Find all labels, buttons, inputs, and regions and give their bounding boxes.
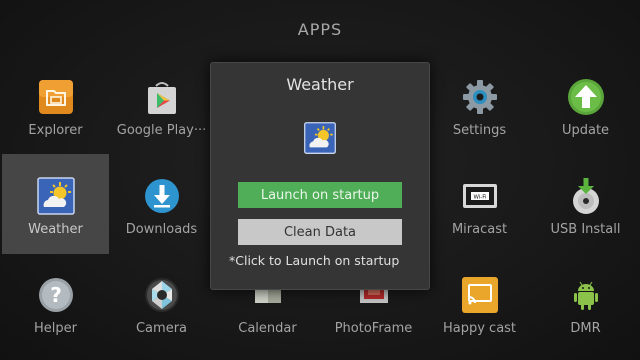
app-label: Camera: [135, 321, 188, 336]
app-tile-dmr[interactable]: DMR: [532, 253, 639, 353]
app-tile-google-play[interactable]: Google Play···: [108, 55, 215, 155]
app-tile-update[interactable]: Update: [532, 55, 639, 155]
weather-icon: [36, 176, 76, 216]
apps-screen: APPS Explorer Google Play··· Settings Up…: [0, 0, 640, 360]
android-icon: [566, 275, 606, 315]
app-label: Weather: [28, 222, 83, 237]
app-label: Update: [561, 123, 610, 138]
app-label: Explorer: [28, 123, 83, 138]
clean-data-button[interactable]: Clean Data: [238, 219, 402, 245]
svg-text:Wi-Fi: Wi-Fi: [473, 195, 487, 201]
launch-on-startup-button[interactable]: Launch on startup: [238, 182, 402, 208]
camera-icon: [142, 275, 182, 315]
app-label: Settings: [452, 123, 507, 138]
folder-icon: [36, 77, 76, 117]
app-tile-camera[interactable]: Camera: [108, 253, 215, 353]
miracast-icon: Wi-Fi: [460, 176, 500, 216]
svg-text:?: ?: [50, 283, 62, 307]
weather-icon: [303, 121, 337, 155]
app-label: Google Play···: [116, 123, 207, 138]
up-arrow-icon: [566, 77, 606, 117]
gear-icon: [460, 77, 500, 117]
app-tile-usb-install[interactable]: USB Install: [532, 154, 639, 254]
happy-cast-icon: [460, 275, 500, 315]
download-icon: [142, 176, 182, 216]
app-tile-miracast[interactable]: Wi-Fi Miracast: [426, 154, 533, 254]
app-tile-happy-cast[interactable]: Happy cast: [426, 253, 533, 353]
app-label: USB Install: [550, 222, 621, 237]
help-icon: ?: [36, 275, 76, 315]
app-tile-settings[interactable]: Settings: [426, 55, 533, 155]
app-label: Miracast: [451, 222, 508, 237]
app-label: PhotoFrame: [334, 321, 413, 336]
app-label: Downloads: [125, 222, 198, 237]
app-label: DMR: [570, 321, 601, 336]
dialog-title: Weather: [286, 75, 354, 94]
app-label: Happy cast: [442, 321, 517, 336]
app-tile-weather[interactable]: Weather: [2, 154, 109, 254]
play-store-icon: [142, 77, 182, 117]
app-label: Helper: [34, 321, 77, 336]
app-label: Calendar: [238, 321, 297, 336]
app-tile-helper[interactable]: ? Helper: [2, 253, 109, 353]
usb-install-icon: [566, 176, 606, 216]
dialog-note: *Click to Launch on startup: [229, 253, 400, 268]
app-tile-explorer[interactable]: Explorer: [2, 55, 109, 155]
app-tile-downloads[interactable]: Downloads: [108, 154, 215, 254]
app-options-dialog: Weather Launch on startup Clean Data *Cl…: [210, 62, 430, 290]
page-title: APPS: [297, 20, 343, 39]
